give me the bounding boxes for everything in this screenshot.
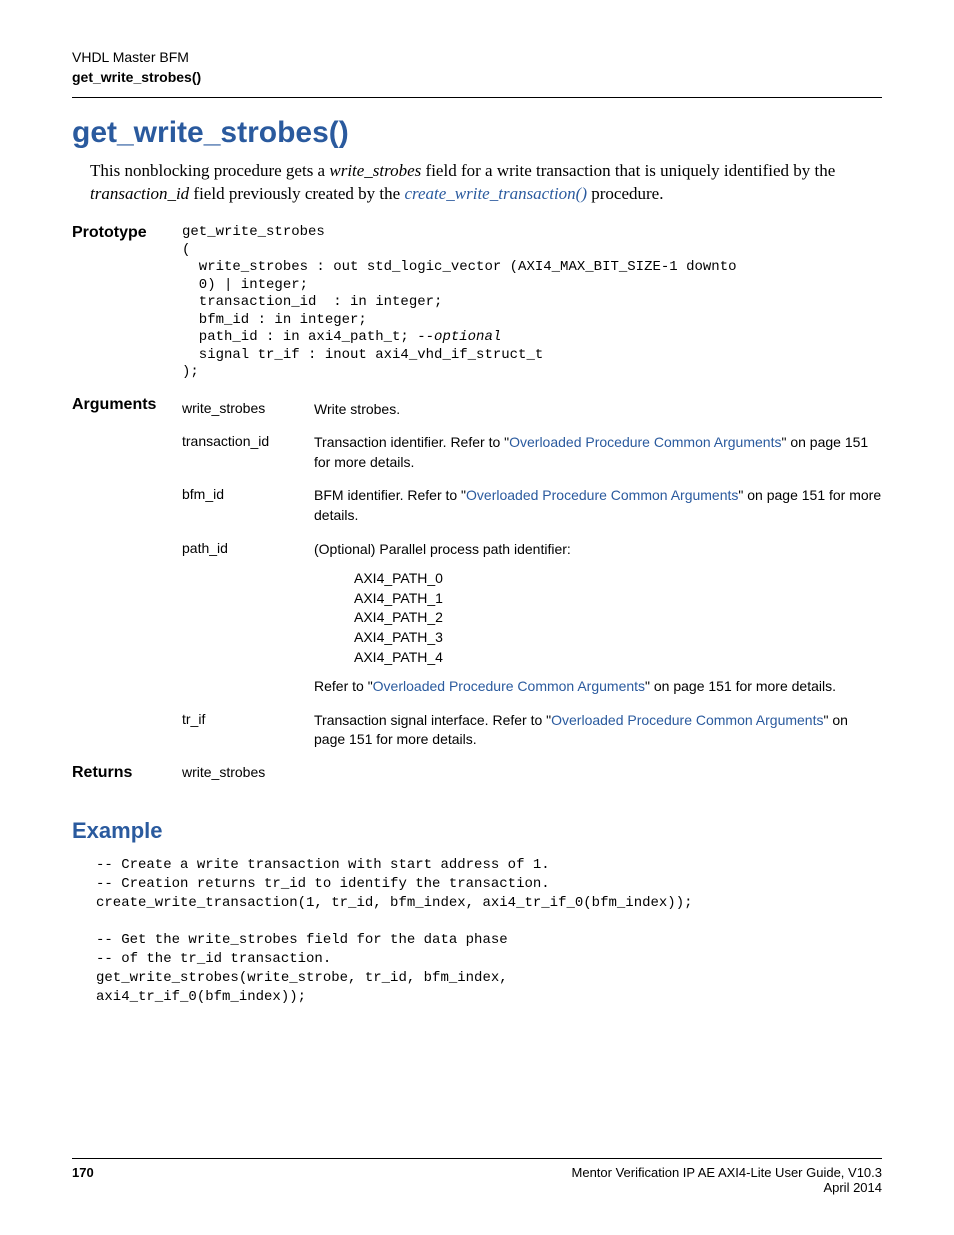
arguments-block: Arguments write_strobes Write strobes. t… (72, 396, 882, 754)
arg-row-tr-if: tr_if Transaction signal interface. Refe… (182, 711, 882, 750)
intro-paragraph: This nonblocking procedure gets a write_… (90, 160, 882, 206)
label-returns: Returns (72, 764, 182, 782)
arg-name: transaction_id (182, 433, 314, 449)
arg-desc: BFM identifier. Refer to "Overloaded Pro… (314, 486, 882, 525)
footer-date: April 2014 (572, 1180, 882, 1195)
label-arguments: Arguments (72, 396, 182, 414)
header-chapter: VHDL Master BFM (72, 48, 882, 68)
returns-value: write_strobes (182, 764, 314, 780)
arg-row-transaction-id: transaction_id Transaction identifier. R… (182, 433, 882, 472)
intro-text: This nonblocking procedure gets a (90, 161, 329, 180)
arg-name: path_id (182, 540, 314, 556)
prototype-code: get_write_strobes ( write_strobes : out … (182, 224, 737, 382)
page-footer: 170 Mentor Verification IP AE AXI4-Lite … (72, 1158, 882, 1195)
example-heading: Example (72, 818, 882, 844)
arg-row-bfm-id: bfm_id BFM identifier. Refer to "Overloa… (182, 486, 882, 525)
header-divider (72, 97, 882, 98)
arg-link[interactable]: Overloaded Procedure Common Arguments (466, 487, 738, 503)
intro-term-2: transaction_id (90, 184, 189, 203)
label-prototype: Prototype (72, 224, 182, 242)
page-title: get_write_strobes() (72, 116, 882, 150)
arg-row-write-strobes: write_strobes Write strobes. (182, 400, 882, 420)
path-id-values: AXI4_PATH_0 AXI4_PATH_1 AXI4_PATH_2 AXI4… (354, 569, 882, 667)
intro-text: field for a write transaction that is un… (421, 161, 835, 180)
arg-row-path-id: path_id (Optional) Parallel process path… (182, 540, 882, 697)
arg-name: bfm_id (182, 486, 314, 502)
arg-link[interactable]: Overloaded Procedure Common Arguments (551, 712, 823, 728)
prototype-block: Prototype get_write_strobes ( write_stro… (72, 224, 882, 386)
arg-desc: Write strobes. (314, 400, 882, 420)
intro-link[interactable]: create_write_transaction() (404, 184, 587, 203)
arg-name: write_strobes (182, 400, 314, 416)
footer-guide: Mentor Verification IP AE AXI4-Lite User… (572, 1165, 882, 1180)
arg-link[interactable]: Overloaded Procedure Common Arguments (373, 678, 645, 694)
returns-block: Returns write_strobes (72, 764, 882, 786)
intro-text: field previously created by the (189, 184, 404, 203)
intro-text: procedure. (587, 184, 663, 203)
arg-name: tr_if (182, 711, 314, 727)
example-code: -- Create a write transaction with start… (96, 856, 882, 1007)
arg-desc: (Optional) Parallel process path identif… (314, 540, 882, 697)
header-topic: get_write_strobes() (72, 68, 882, 88)
footer-divider (72, 1158, 882, 1159)
arg-link[interactable]: Overloaded Procedure Common Arguments (509, 434, 781, 450)
arg-desc: Transaction signal interface. Refer to "… (314, 711, 882, 750)
running-header: VHDL Master BFM get_write_strobes() (72, 48, 882, 87)
page-number: 170 (72, 1165, 94, 1195)
page: VHDL Master BFM get_write_strobes() get_… (0, 0, 954, 1235)
arg-desc: Transaction identifier. Refer to "Overlo… (314, 433, 882, 472)
intro-term-1: write_strobes (329, 161, 421, 180)
